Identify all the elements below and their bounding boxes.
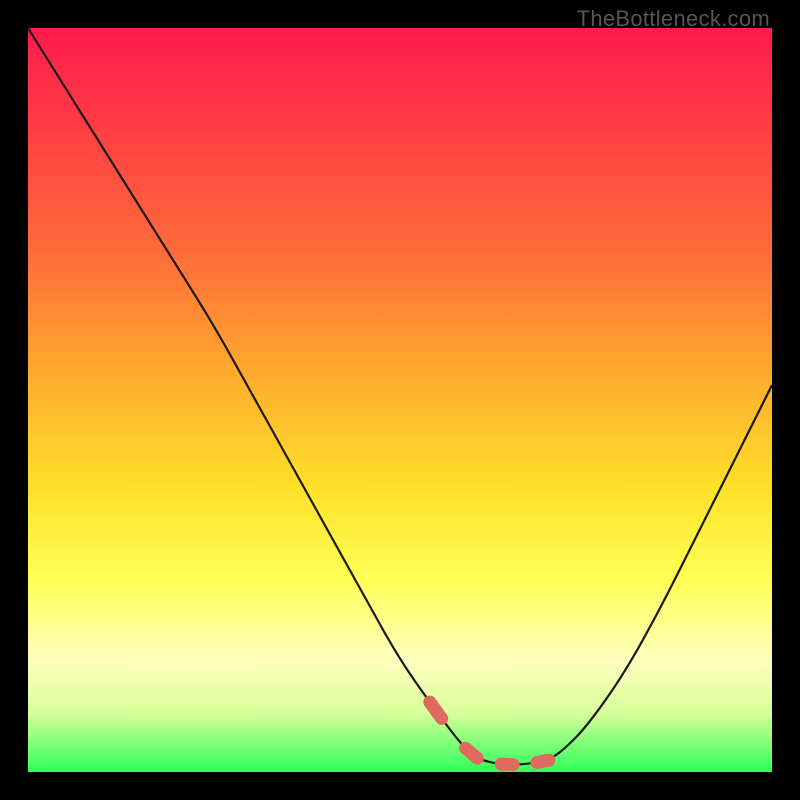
floor-dot: [501, 764, 513, 765]
floor-dot: [537, 760, 549, 762]
bottleneck-curve: [28, 28, 772, 765]
plot-area: [28, 28, 772, 772]
floor-dot-group: [430, 702, 549, 765]
floor-dot: [466, 748, 478, 758]
floor-dot: [430, 702, 442, 718]
curve-svg: [28, 28, 772, 772]
chart-frame: TheBottleneck.com: [0, 0, 800, 800]
